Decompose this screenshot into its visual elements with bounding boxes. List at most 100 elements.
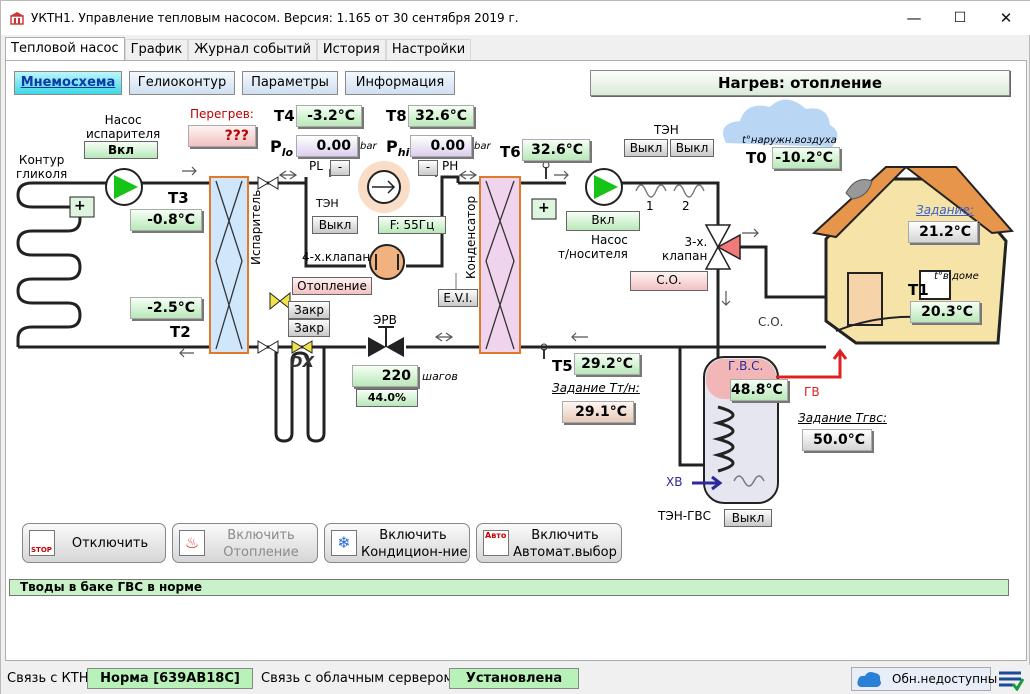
evaporator-label: Испаритель	[249, 189, 263, 265]
tab-heat-pump[interactable]: Тепловой насос	[5, 37, 125, 61]
t0-value: -10.2°C	[772, 147, 840, 169]
flow-arrow	[742, 228, 759, 238]
app-building-icon	[10, 12, 24, 25]
gvs-setpoint-value[interactable]: 50.0°C	[802, 429, 872, 451]
evaporator-pump-state[interactable]: Вкл	[84, 141, 158, 159]
heating-on-button[interactable]: ♨ Включить Отопление	[172, 523, 318, 563]
overheat-value: ???	[188, 125, 256, 147]
tn-setpoint-value[interactable]: 29.1°C	[562, 401, 634, 423]
gvs-ten-state[interactable]: Выкл	[724, 509, 772, 527]
pl-label: PL	[309, 159, 323, 173]
auto-mode-icon: Авто	[483, 530, 509, 556]
ten-compressor-state[interactable]: Выкл	[312, 216, 358, 234]
ten2-label: 2	[682, 199, 690, 213]
t4-label: T4	[274, 107, 295, 125]
solenoid-valve-icon	[269, 291, 291, 311]
plo-value: 0.00	[296, 135, 358, 157]
phi-label: Phi	[386, 137, 410, 160]
pl-switch: -	[330, 160, 350, 176]
cloud-link-value: Установлена	[449, 668, 579, 689]
evaporator-unit	[209, 176, 249, 354]
heating-indicator: Отопление	[292, 277, 372, 295]
ten-label: ТЭН	[654, 123, 679, 137]
ten-compressor-label: ТЭН	[316, 197, 339, 210]
flow-arrow	[434, 332, 454, 342]
valve-closed-state: Закр	[288, 301, 330, 319]
auto-select-button[interactable]: Авто Включить Автомат.выбор	[476, 523, 622, 563]
minimize-button[interactable]: —	[891, 1, 937, 35]
ph-label: PH	[442, 159, 459, 173]
t8-label: T8	[386, 107, 407, 125]
checklist-icon[interactable]	[997, 669, 1025, 691]
heat-pump-panel: Мнемосхема Гелиоконтур Параметры Информа…	[5, 60, 1027, 661]
room-setpoint-value[interactable]: 21.2°C	[908, 221, 978, 243]
phi-unit: bar	[474, 141, 491, 152]
status-bar: Связь с КТН: Норма [639AB18C] Связь с об…	[1, 665, 1030, 694]
snowflake-icon: ❄	[331, 530, 357, 556]
ph-switch: -	[418, 160, 438, 176]
t1-label: T1	[908, 281, 929, 299]
gvs-label: Г.В.С.	[728, 359, 764, 373]
turn-off-button[interactable]: STOP Отключить	[22, 523, 166, 563]
evaporator-pump-label: Насос испарителя	[86, 113, 161, 141]
plo-label: Plo	[270, 137, 294, 160]
hot-water-arrow	[776, 348, 848, 379]
stop-house-icon: STOP	[29, 530, 55, 556]
ten1-label: 1	[646, 199, 654, 213]
dx-valve-icon	[291, 340, 313, 354]
dx-label: DX	[290, 353, 315, 371]
flow-arrow	[554, 170, 569, 180]
tab-settings[interactable]: Настройки	[385, 39, 472, 61]
cloud-update-icon	[857, 672, 881, 687]
co-label: С.О.	[758, 315, 784, 329]
flow-arrow	[571, 332, 588, 342]
outdoor-label: t°наружн.воздуха	[742, 135, 837, 146]
overheat-label: Перегрев:	[190, 107, 254, 121]
gvs-temperature: 48.8°C	[730, 379, 788, 401]
hot-water-label: ГВ	[804, 385, 820, 399]
t8-value: 32.6°C	[408, 105, 474, 127]
plus-label: +	[74, 198, 86, 214]
erv-percent: 44.0%	[356, 389, 418, 407]
glycol-label: Контур гликоля	[16, 153, 68, 181]
t5-label: T5	[552, 357, 573, 375]
title-bar: УКТН1. Управление тепловым насосом. Верс…	[1, 1, 1030, 35]
valve-closed-state-2: Закр	[288, 319, 330, 337]
co-button[interactable]: С.О.	[630, 271, 708, 291]
gvs-setpoint-label: Задание Tгвс:	[798, 411, 887, 425]
cloud-link-label: Связь с облачным сервером:	[261, 671, 458, 686]
four-way-valve-label: 4-х.клапан	[302, 250, 371, 264]
ten1-state[interactable]: Выкл	[624, 139, 668, 157]
service-valve-icon	[257, 176, 279, 190]
maximize-button[interactable]: ☐	[937, 1, 983, 35]
cold-water-label: ХВ	[666, 475, 683, 489]
t5-value: 29.2°C	[574, 353, 640, 375]
tab-event-log[interactable]: Журнал событий	[188, 39, 317, 61]
tn-setpoint-label: Задание Tт/н:	[552, 381, 640, 395]
t6-label: T6	[500, 143, 521, 161]
ktn-link-label: Связь с КТН:	[7, 671, 93, 686]
plus-label: +	[538, 200, 550, 216]
t2-label: T2	[170, 323, 191, 341]
main-tabs: Тепловой насос График Журнал событий Ист…	[5, 37, 472, 61]
three-way-valve-label: 3-х. клапан	[662, 235, 708, 263]
cooling-on-button[interactable]: ❄ Включить Кондицион-ние	[324, 523, 470, 563]
compressor-frequency: F: 55Гц	[378, 216, 446, 234]
t0-label: T0	[746, 149, 767, 167]
tab-history[interactable]: История	[316, 39, 386, 61]
carrier-pump-state[interactable]: Вкл	[566, 211, 640, 231]
house-supply-pipe	[734, 245, 826, 299]
updates-button[interactable]: Обн.недоступны	[851, 667, 997, 691]
status-message: Тводы в баке ГВС в норме	[9, 579, 1009, 596]
flow-arrow	[278, 170, 298, 180]
flow-arrow	[179, 348, 194, 358]
close-button[interactable]: ✕	[983, 1, 1029, 35]
room-setpoint-label: Задание:	[916, 203, 974, 217]
condenser-unit	[479, 176, 521, 354]
tab-graph[interactable]: График	[124, 39, 189, 61]
updates-label: Обн.недоступны	[892, 672, 998, 686]
t1-value: 20.3°C	[910, 301, 980, 323]
ten2-state[interactable]: Выкл	[670, 139, 714, 157]
t3-value: -0.8°C	[130, 209, 202, 231]
t2-value: -2.5°C	[130, 297, 202, 319]
